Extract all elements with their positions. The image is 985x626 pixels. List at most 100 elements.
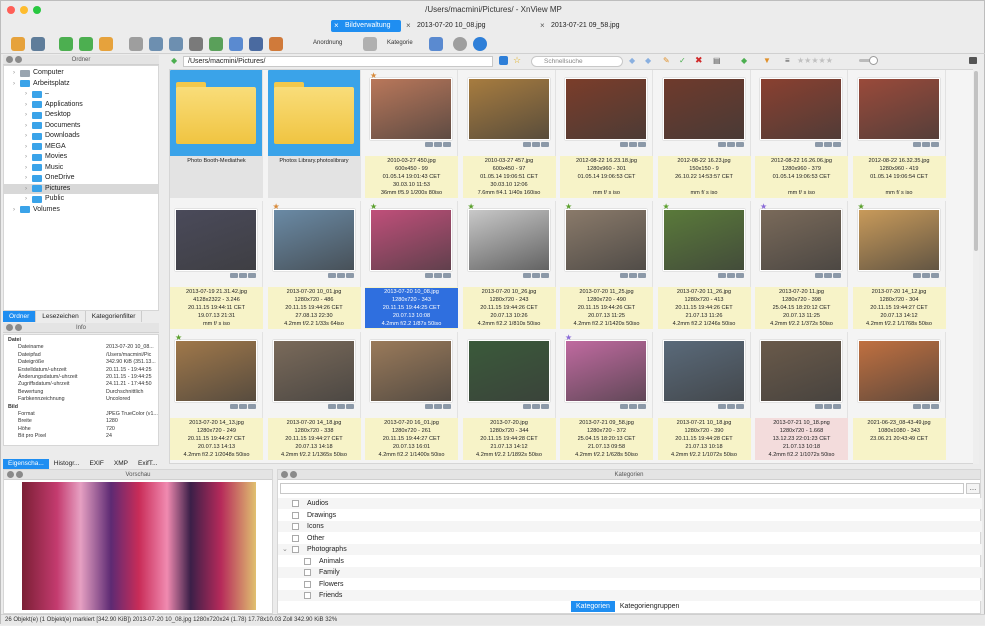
browse-icon[interactable]: [31, 37, 45, 51]
expand-arrow-icon[interactable]: ›: [23, 173, 29, 183]
image-thumbnail[interactable]: 2010-03-27 457.jpg 600x450 - 97 01.05.14 1…: [462, 70, 556, 198]
tab-properties[interactable]: Eigenscha...: [3, 459, 49, 469]
category-checkbox[interactable]: [304, 580, 311, 588]
batch-icon[interactable]: [99, 37, 113, 51]
image-thumbnail[interactable]: 2013-07-20.jpg 1280x720 - 344 20.11.15 19:…: [462, 332, 556, 460]
expand-arrow-icon[interactable]: ›: [23, 163, 29, 173]
close-icon[interactable]: [7, 471, 14, 478]
panel-toggle-icon[interactable]: [969, 57, 977, 64]
close-icon[interactable]: [6, 56, 13, 63]
import-icon[interactable]: [11, 37, 25, 51]
float-icon[interactable]: [290, 471, 297, 478]
web-icon[interactable]: [229, 37, 243, 51]
tree-item[interactable]: › Volumes: [4, 205, 158, 215]
rating-filter[interactable]: ★★★★★: [797, 56, 833, 65]
slider-handle[interactable]: [869, 56, 878, 65]
category-checkbox[interactable]: [304, 557, 311, 565]
category-menu[interactable]: Kategorie: [387, 40, 413, 46]
expand-arrow-icon[interactable]: ›: [11, 205, 17, 215]
help-icon[interactable]: [473, 37, 487, 51]
edit-icon[interactable]: ✎: [663, 56, 670, 65]
image-thumbnail[interactable]: ★ 2013-07-21 09_58.jpg 1280x720 - 372 25.04…: [560, 332, 653, 460]
category-options-button[interactable]: …: [966, 483, 980, 494]
image-thumbnail[interactable]: 2013-07-20 14_18.jpg 1280x720 - 338 20.11.…: [267, 332, 361, 460]
category-item[interactable]: Audios: [278, 498, 982, 509]
expand-arrow-icon[interactable]: ›: [23, 194, 29, 204]
tab-image-1[interactable]: × 2013-07-20 10_08.jpg: [403, 20, 533, 32]
tab-close-icon[interactable]: ×: [406, 20, 411, 32]
image-thumbnail[interactable]: 2021-06-23_08-43-49.jpg 1080x1080 - 343 23…: [852, 332, 946, 460]
tree-item[interactable]: › Computer: [4, 68, 158, 78]
category-checkbox[interactable]: [292, 546, 299, 553]
folder-thumbnail[interactable]: Photo Booth-Mediathek: [170, 70, 263, 198]
back-icon[interactable]: ◆: [629, 56, 635, 65]
image-thumbnail[interactable]: 2012-08-22 16.23.jpg 150x150 - 9 26.10.22 …: [657, 70, 751, 198]
panel-controls[interactable]: [6, 56, 22, 63]
path-input[interactable]: /Users/macmini/Pictures/: [183, 56, 493, 67]
category-item[interactable]: Friends: [278, 590, 982, 601]
image-thumbnail[interactable]: ★ 2013-07-20 11_25.jpg 1280x720 - 490 20.11…: [560, 201, 653, 329]
panel-controls[interactable]: [6, 324, 22, 331]
category-checkbox[interactable]: [304, 592, 311, 599]
category-checkbox[interactable]: [292, 500, 299, 507]
float-icon[interactable]: [16, 471, 23, 478]
category-item[interactable]: Icons: [278, 521, 982, 532]
tab-bildverwaltung[interactable]: × Bildverwaltung: [331, 20, 401, 32]
minimize-window-button[interactable]: [20, 6, 28, 14]
scrollbar-thumb[interactable]: [974, 71, 978, 251]
float-icon[interactable]: [15, 324, 22, 331]
filter-icon[interactable]: ▼: [763, 56, 771, 65]
grid-scrollbar[interactable]: [973, 69, 979, 464]
close-icon[interactable]: [281, 471, 288, 478]
category-item[interactable]: Drawings: [278, 510, 982, 521]
image-thumbnail[interactable]: ★ 2010-03-27 450.jpg 600x450 - 99 01.05.14 …: [365, 70, 458, 198]
tab-categories[interactable]: Kategorien: [571, 601, 615, 612]
tab-close-icon[interactable]: ×: [540, 20, 545, 32]
expand-arrow-icon[interactable]: ›: [23, 184, 29, 194]
tag-icon[interactable]: [429, 37, 443, 51]
image-thumbnail[interactable]: 2012-08-22 16.26.06.jpg 1280x960 - 379 01.…: [755, 70, 848, 198]
image-thumbnail[interactable]: ★ 2013-07-20 14_13.jpg 1280x720 - 249 20.11…: [170, 332, 263, 460]
close-icon[interactable]: [6, 324, 13, 331]
tree-item[interactable]: › Documents: [4, 121, 158, 131]
tab-image-2[interactable]: × 2013-07-21 09_58.jpg: [537, 20, 667, 32]
expand-arrow-icon[interactable]: ⌄: [282, 544, 288, 555]
folder-nav-icon[interactable]: ◆: [171, 56, 177, 65]
move-icon[interactable]: [149, 37, 163, 51]
tab-close-icon[interactable]: ×: [334, 20, 339, 32]
expand-arrow-icon[interactable]: ›: [23, 89, 29, 99]
tab-bookmarks[interactable]: Lesezeichen: [36, 311, 86, 322]
category-search-input[interactable]: [280, 483, 964, 494]
expand-arrow-icon[interactable]: ›: [23, 121, 29, 131]
zoom-window-button[interactable]: [33, 6, 41, 14]
tab-exiftool[interactable]: ExifT...: [133, 459, 163, 469]
rotate-icon[interactable]: [79, 37, 93, 51]
image-thumbnail[interactable]: 2012-08-22 16.32.35.jpg 1280x960 - 419 01.…: [852, 70, 946, 198]
tab-folders[interactable]: Ordner: [3, 311, 37, 322]
image-thumbnail[interactable]: ★ 2013-07-20 10_01.jpg 1280x720 - 486 20.11…: [267, 201, 361, 329]
panel-controls[interactable]: [7, 471, 23, 478]
image-thumbnail[interactable]: 2013-07-19 21.31.42.jpg 4128x2322 - 3.246…: [170, 201, 263, 329]
delete-icon[interactable]: ✖: [695, 55, 703, 66]
copy-icon[interactable]: [129, 37, 143, 51]
expand-arrow-icon[interactable]: ›: [23, 142, 29, 152]
label-icon[interactable]: ◆: [741, 56, 747, 65]
tree-item[interactable]: › Movies: [4, 152, 158, 162]
sort-icon[interactable]: ≡: [785, 56, 790, 65]
tree-item[interactable]: › Music: [4, 163, 158, 173]
tree-item[interactable]: › Applications: [4, 100, 158, 110]
tab-category-groups[interactable]: Kategoriengruppen: [615, 601, 685, 612]
check-icon[interactable]: ✓: [679, 56, 686, 65]
tree-item[interactable]: › MEGA: [4, 142, 158, 152]
image-thumbnail[interactable]: ★ 2013-07-20 10_08.jpg 1280x720 - 343 20.11…: [365, 201, 458, 329]
image-thumbnail[interactable]: ★ 2013-07-20 10_26.jpg 1280x720 - 243 20.11…: [462, 201, 556, 329]
image-thumbnail[interactable]: ★ 2013-07-20 14_12.jpg 1280x720 - 304 20.11…: [852, 201, 946, 329]
fullscreen-icon[interactable]: [249, 37, 263, 51]
settings-icon[interactable]: [453, 37, 467, 51]
refresh-icon[interactable]: [59, 37, 73, 51]
panel-controls[interactable]: [281, 471, 297, 478]
category-item[interactable]: Family: [278, 567, 982, 578]
folder-thumbnail[interactable]: Photos Library.photoslibrary: [267, 70, 361, 198]
tree-item[interactable]: › –: [4, 89, 158, 99]
tab-exif[interactable]: EXIF: [84, 459, 108, 469]
